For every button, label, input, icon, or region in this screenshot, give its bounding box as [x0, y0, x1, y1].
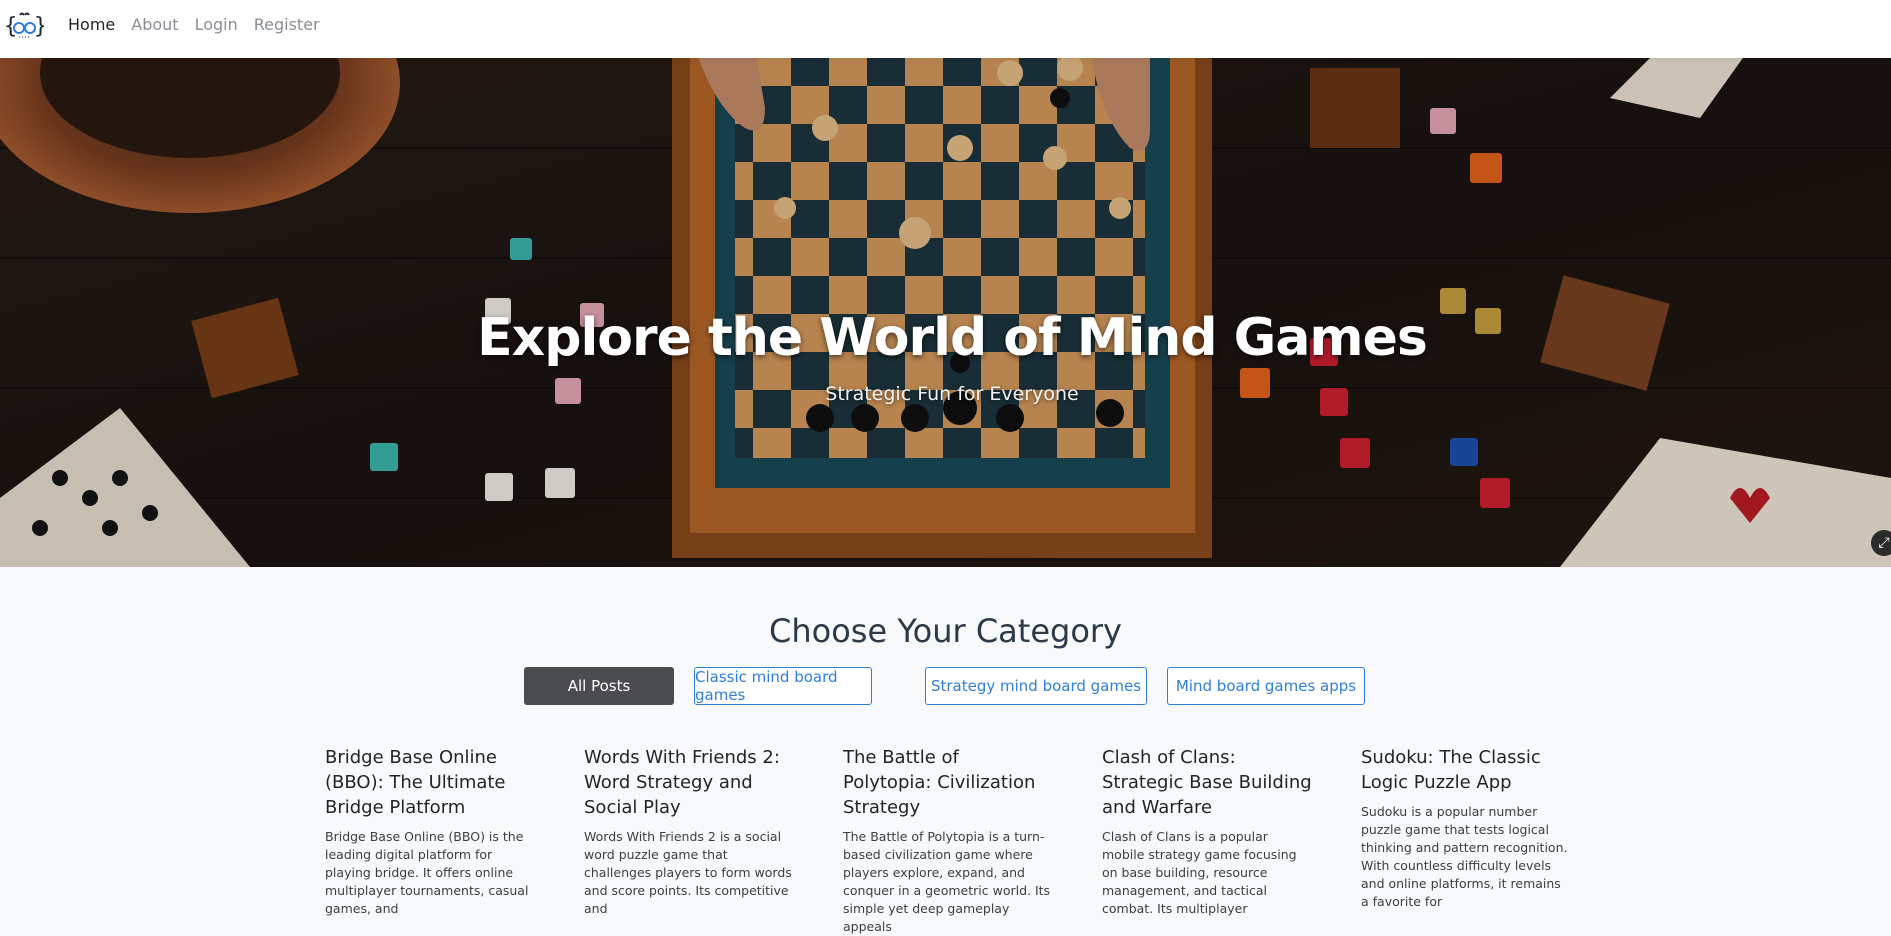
post-excerpt: Sudoku is a popular number puzzle game t…	[1361, 804, 1568, 909]
post-excerpt: Clash of Clans is a popular mobile strat…	[1102, 829, 1297, 916]
filter-strategy-mind-board-games[interactable]: Strategy mind board games	[925, 667, 1147, 705]
nav-link-home[interactable]: Home	[68, 15, 115, 35]
category-filters: All Posts Classic mind board games Strat…	[0, 667, 1891, 705]
post-excerpt: The Battle of Polytopia is a turn-based …	[843, 829, 1051, 934]
nav-link-login[interactable]: Login	[195, 15, 238, 35]
post-card[interactable]: Bridge Base Online (BBO): The Ultimate B…	[325, 745, 535, 918]
post-title[interactable]: Words With Friends 2: Word Strategy and …	[584, 745, 794, 820]
quote-braces-logo-icon[interactable]: { }	[4, 10, 44, 40]
nav-link-about[interactable]: About	[131, 15, 178, 35]
expand-icon[interactable]: ⤢	[1871, 530, 1891, 556]
filter-mind-board-games-apps[interactable]: Mind board games apps	[1167, 667, 1365, 705]
nav-link-register[interactable]: Register	[254, 15, 320, 35]
hero-banner: Explore the World of Mind Games Strategi…	[0, 58, 1891, 567]
hero-title: Explore the World of Mind Games	[477, 308, 1428, 368]
nav-links: Home About Login Register	[68, 15, 336, 35]
hero-subtitle: Strategic Fun for Everyone	[825, 383, 1079, 405]
post-card[interactable]: Clash of Clans: Strategic Base Building …	[1102, 745, 1312, 918]
filter-classic-mind-board-games[interactable]: Classic mind board games	[694, 667, 872, 705]
post-title[interactable]: Sudoku: The Classic Logic Puzzle App	[1361, 745, 1571, 795]
post-card[interactable]: The Battle of Polytopia: Civilization St…	[843, 745, 1053, 936]
section-title: Choose Your Category	[769, 612, 1122, 650]
post-title[interactable]: Clash of Clans: Strategic Base Building …	[1102, 745, 1312, 820]
post-excerpt: Bridge Base Online (BBO) is the leading …	[325, 829, 529, 916]
post-excerpt: Words With Friends 2 is a social word pu…	[584, 829, 792, 916]
post-card[interactable]: Words With Friends 2: Word Strategy and …	[584, 745, 794, 918]
post-title[interactable]: Bridge Base Online (BBO): The Ultimate B…	[325, 745, 535, 820]
filter-all-posts[interactable]: All Posts	[524, 667, 674, 705]
post-title[interactable]: The Battle of Polytopia: Civilization St…	[843, 745, 1053, 820]
post-card[interactable]: Sudoku: The Classic Logic Puzzle App Sud…	[1361, 745, 1571, 911]
top-navbar: { } Home About Login Register	[0, 0, 1891, 58]
